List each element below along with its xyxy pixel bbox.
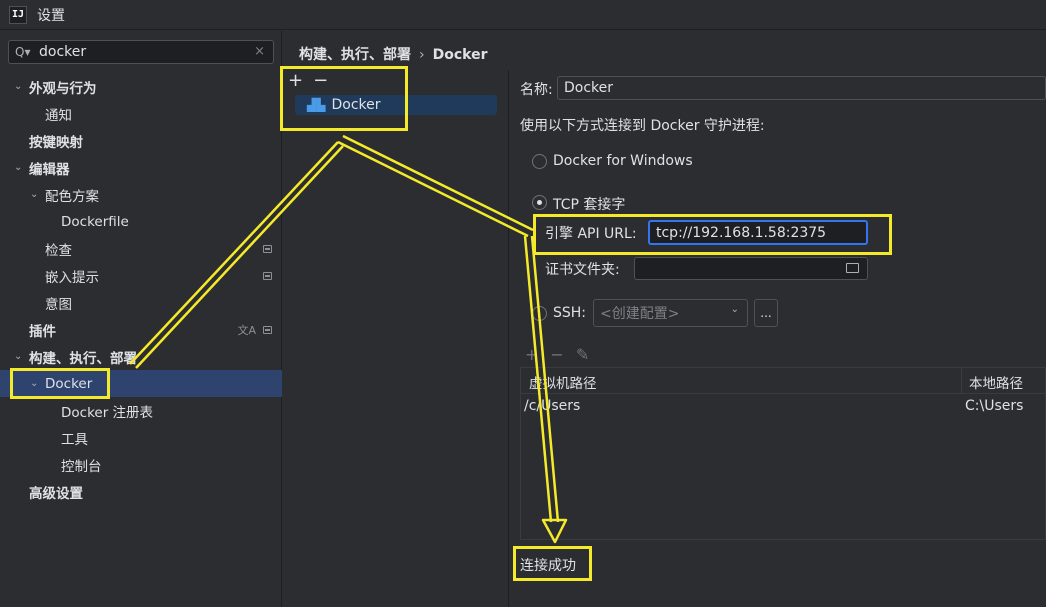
docker-connections-panel xyxy=(283,70,509,607)
tree-item-console[interactable]: 控制台 xyxy=(0,451,282,478)
tree-item-label: 外观与行为 xyxy=(29,80,97,97)
tree-item-label: 按键映射 xyxy=(29,134,83,151)
tree-item-label: 编辑器 xyxy=(29,161,70,178)
project-scope-icon xyxy=(263,244,272,253)
tree-item-label: 工具 xyxy=(61,431,88,448)
name-value: Docker xyxy=(564,80,614,96)
remove-mapping-icon[interactable]: − xyxy=(550,345,563,364)
tree-item-label: 配色方案 xyxy=(45,188,99,205)
tree-item-intentions[interactable]: 意图 xyxy=(0,289,282,316)
tree-item-inlay-hints[interactable]: 嵌入提示 xyxy=(0,262,282,289)
highlight-box-connection-list xyxy=(280,66,408,131)
tree-item-label: 检查 xyxy=(45,242,72,259)
tree-item-plugins[interactable]: 插件 文A xyxy=(0,316,282,343)
table-cell-vm-path[interactable]: /c/Users xyxy=(524,398,580,414)
breadcrumb-parent[interactable]: 构建、执行、部署 xyxy=(299,47,411,63)
tree-item-build-execution-deployment[interactable]: ⌄ 构建、执行、部署 xyxy=(0,343,282,370)
ssh-label[interactable]: SSH: xyxy=(553,305,586,321)
chevron-down-icon: ⌄ xyxy=(730,304,739,315)
tcp-socket-label[interactable]: TCP 套接字 xyxy=(553,194,625,214)
tree-item-label: 高级设置 xyxy=(29,485,83,502)
chevron-down-icon[interactable]: ⌄ xyxy=(14,351,22,362)
tree-item-label: 控制台 xyxy=(61,458,102,475)
tree-item-label: 通知 xyxy=(45,107,72,124)
column-divider[interactable] xyxy=(961,368,962,394)
tree-item-docker-registry[interactable]: Docker 注册表 xyxy=(0,397,282,424)
chevron-down-icon[interactable]: ⌄ xyxy=(14,162,22,173)
table-cell-local-path[interactable]: C:\Users xyxy=(965,398,1023,414)
search-icon: Q▾ xyxy=(15,45,31,59)
column-header-local-path[interactable]: 本地路径 xyxy=(969,372,1023,392)
tree-item-label: 意图 xyxy=(45,296,72,313)
chevron-down-icon[interactable]: ⌄ xyxy=(14,81,22,92)
highlight-box-api-url xyxy=(533,214,892,255)
window-title: 设置 xyxy=(37,7,65,24)
table-header: 虚拟机路径 本地路径 xyxy=(521,368,1045,394)
project-scope-icon xyxy=(263,325,272,334)
cert-folder-label: 证书文件夹: xyxy=(545,262,620,278)
tree-item-notifications[interactable]: 通知 xyxy=(0,100,282,127)
chevron-down-icon[interactable]: ⌄ xyxy=(30,189,38,200)
docker-for-windows-radio[interactable] xyxy=(532,154,547,169)
name-field[interactable]: Docker xyxy=(557,76,1046,100)
tree-item-color-scheme[interactable]: ⌄ 配色方案 xyxy=(0,181,282,208)
translate-icon: 文A xyxy=(237,323,256,337)
edit-mapping-icon[interactable]: ✎ xyxy=(576,345,589,364)
docker-for-windows-label[interactable]: Docker for Windows xyxy=(553,153,693,169)
tree-item-label: Docker 注册表 xyxy=(61,404,154,421)
connect-method-label: 使用以下方式连接到 Docker 守护进程: xyxy=(520,118,765,134)
column-header-vm-path[interactable]: 虚拟机路径 xyxy=(529,372,597,392)
folder-icon[interactable] xyxy=(846,263,859,273)
tree-item-label: 插件 xyxy=(29,323,56,340)
breadcrumb: 构建、执行、部署 › Docker xyxy=(299,44,487,64)
tree-item-dockerfile[interactable]: Dockerfile xyxy=(0,208,282,235)
tree-item-label: 嵌入提示 xyxy=(45,269,99,286)
clear-search-icon[interactable]: × xyxy=(254,44,265,59)
ssh-config-placeholder: <创建配置> xyxy=(600,306,680,322)
tcp-socket-radio[interactable] xyxy=(532,195,547,210)
ssh-radio[interactable] xyxy=(532,306,547,321)
breadcrumb-current: Docker xyxy=(432,47,488,63)
highlight-box-docker-tree-item xyxy=(10,368,110,399)
ssh-more-button[interactable]: ... xyxy=(754,299,778,327)
tree-item-label: 构建、执行、部署 xyxy=(29,350,137,367)
app-logo-icon: IJ xyxy=(9,5,27,24)
path-mapping-table: 虚拟机路径 本地路径 /c/Users C:\Users xyxy=(520,367,1046,540)
highlight-box-status xyxy=(513,546,592,581)
tree-item-keymap[interactable]: 按键映射 xyxy=(0,127,282,154)
tree-item-inspections[interactable]: 检查 xyxy=(0,235,282,262)
tree-item-tools[interactable]: 工具 xyxy=(0,424,282,451)
settings-tree-panel: Q▾ docker × ⌄ 外观与行为 通知 按键映射 ⌄ 编辑器 ⌄ 配色方案… xyxy=(0,31,282,607)
cert-folder-input[interactable] xyxy=(634,257,868,280)
tree-item-editor[interactable]: ⌄ 编辑器 xyxy=(0,154,282,181)
search-value: docker xyxy=(39,44,87,60)
ssh-config-dropdown[interactable]: <创建配置> ⌄ xyxy=(593,299,748,327)
title-bar: IJ 设置 xyxy=(0,0,1046,30)
breadcrumb-separator-icon: › xyxy=(419,47,425,63)
search-input[interactable]: Q▾ docker × xyxy=(8,40,274,64)
name-label: 名称: xyxy=(520,82,553,98)
tree-item-label: Dockerfile xyxy=(61,213,129,230)
path-mapping-toolbar: + − ✎ xyxy=(525,345,589,364)
tree-item-appearance[interactable]: ⌄ 外观与行为 xyxy=(0,73,282,100)
add-mapping-icon[interactable]: + xyxy=(525,345,538,364)
project-scope-icon xyxy=(263,271,272,280)
tree-item-advanced-settings[interactable]: 高级设置 xyxy=(0,478,282,505)
